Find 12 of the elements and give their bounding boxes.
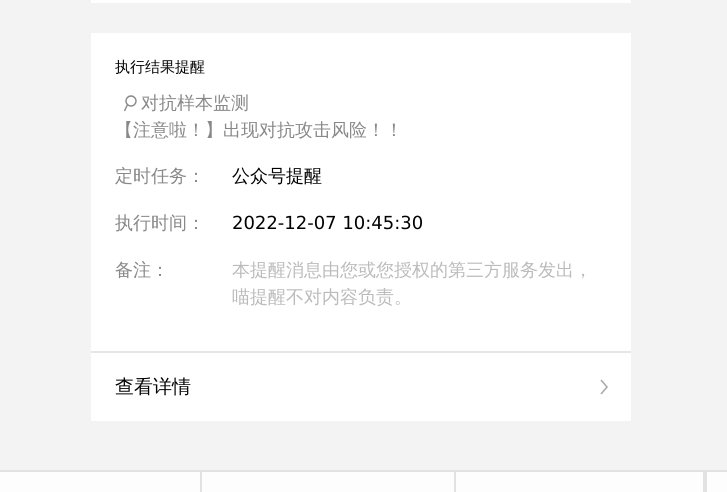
field-label: 定时任务： bbox=[115, 165, 206, 189]
details-link[interactable]: 查看详情 bbox=[91, 351, 631, 421]
subject-text: 对抗样本监测 bbox=[141, 92, 249, 116]
magnifier-icon bbox=[123, 95, 137, 113]
field-value: 本提醒消息由您或您授权的第三方服务发出，喵提醒不对内容负责。 bbox=[232, 259, 593, 310]
field-label: 执行时间： bbox=[115, 212, 206, 236]
field-label: 备注： bbox=[115, 259, 170, 283]
alert-message: 【注意啦！】出现对抗攻击风险！！ bbox=[115, 119, 404, 143]
field-value: 2022-12-07 10:45:30 bbox=[232, 212, 424, 236]
field-value: 公众号提醒 bbox=[232, 165, 322, 189]
card-title: 执行结果提醒 bbox=[115, 57, 206, 77]
chevron-right-icon bbox=[599, 378, 609, 396]
